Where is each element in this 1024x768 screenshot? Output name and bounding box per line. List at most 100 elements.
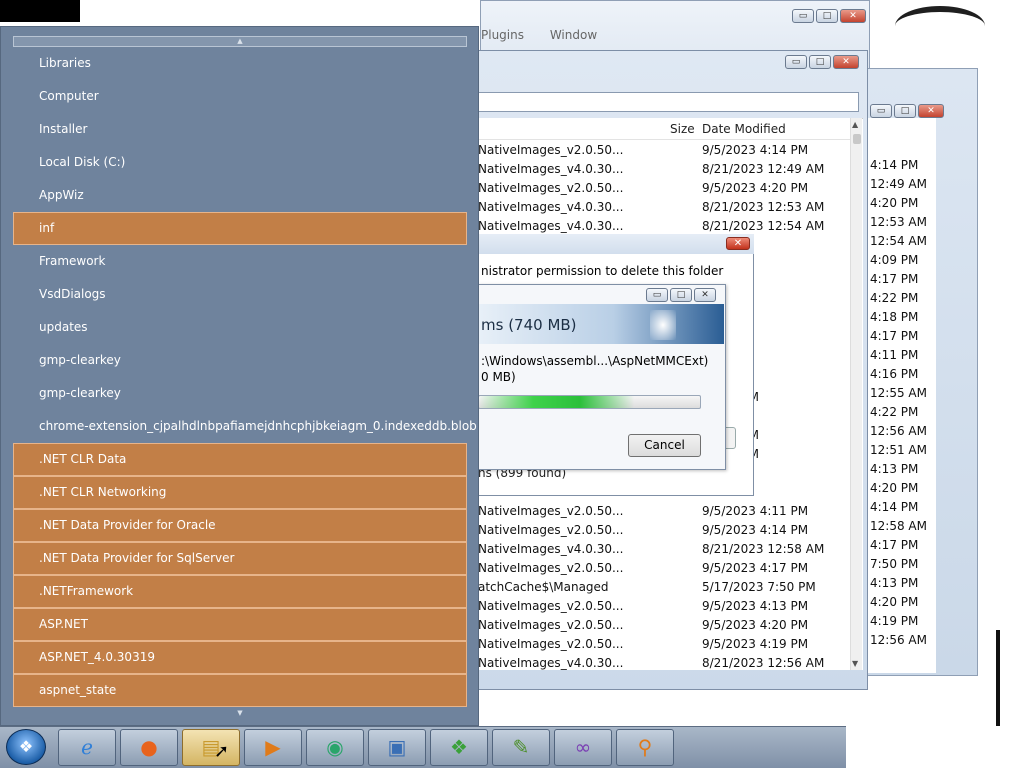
file-name: atchCache$\Managed (478, 580, 609, 594)
nav-item[interactable]: updates (13, 311, 467, 344)
nav-item[interactable]: Framework (13, 245, 467, 278)
remaining-size: 0 MB) (481, 370, 516, 384)
maximize-button[interactable]: □ (809, 55, 831, 69)
file-name: NativeImages_v4.0.30... (478, 200, 624, 214)
file-name: NativeImages_v2.0.50... (478, 143, 624, 157)
nav-item[interactable]: .NETFramework (13, 575, 467, 608)
background-explorer-caption-buttons: ▭ □ ✕ (870, 104, 944, 118)
nav-scroll-down-arrow-icon[interactable]: ▼ (13, 709, 467, 720)
notepad-plus-plus-icon: ✎ (512, 735, 530, 759)
nav-item[interactable]: inf (13, 212, 467, 245)
taskbar-button[interactable]: ▣ (368, 729, 426, 766)
file-row[interactable]: NativeImages_v2.0.50... 9/5/2023 4:19 PM (478, 635, 858, 654)
file-date: 9/5/2023 4:20 PM (702, 181, 809, 195)
taskbar-button[interactable]: ✎ (492, 729, 550, 766)
file-name: NativeImages_v4.0.30... (478, 656, 624, 670)
nav-item[interactable]: .NET Data Provider for SqlServer (13, 542, 467, 575)
column-size[interactable]: Size (670, 122, 695, 136)
file-row[interactable]: NativeImages_v2.0.50... 9/5/2023 4:20 PM (478, 179, 858, 198)
file-date: 8/21/2023 12:58 AM (702, 542, 825, 556)
minimize-button[interactable]: ▭ (646, 288, 668, 302)
nav-item[interactable]: gmp-clearkey (13, 344, 467, 377)
file-row[interactable]: NativeImages_v2.0.50... 9/5/2023 4:17 PM (478, 559, 858, 578)
background-file-date: 4:17 PM (870, 272, 919, 286)
background-file-date: 12:55 AM (870, 386, 927, 400)
nav-item[interactable]: aspnet_state (13, 674, 467, 707)
file-date: 8/21/2023 12:49 AM (702, 162, 825, 176)
close-button[interactable]: ✕ (833, 55, 859, 69)
minimize-button[interactable]: ▭ (792, 9, 814, 23)
background-file-date: 4:13 PM (870, 462, 919, 476)
taskbar-button[interactable]: ▤ (182, 729, 240, 766)
nav-item[interactable]: Libraries (13, 47, 467, 80)
progress-bar-fill (479, 396, 634, 408)
nav-scroll-up-arrow-icon[interactable]: ▲ (13, 36, 467, 47)
file-name: NativeImages_v2.0.50... (478, 561, 624, 575)
file-row[interactable]: NativeImages_v2.0.50... 9/5/2023 4:20 PM (478, 616, 858, 635)
background-file-date: 12:58 AM (870, 519, 927, 533)
nav-item[interactable]: Installer (13, 113, 467, 146)
taskbar-button[interactable]: ❖ (430, 729, 488, 766)
file-name: NativeImages_v2.0.50... (478, 504, 624, 518)
file-row[interactable]: atchCache$\Managed 5/17/2023 7:50 PM (478, 578, 858, 597)
close-button[interactable]: ✕ (918, 104, 944, 118)
file-name: NativeImages_v2.0.50... (478, 599, 624, 613)
file-date: 9/5/2023 4:14 PM (702, 523, 809, 537)
background-file-date: 7:50 PM (870, 557, 919, 571)
maximize-button[interactable]: □ (894, 104, 916, 118)
nav-item[interactable]: VsdDialogs (13, 278, 467, 311)
minimize-button[interactable]: ▭ (870, 104, 892, 118)
nav-item[interactable]: .NET CLR Networking (13, 476, 467, 509)
nav-item[interactable]: ASP.NET_4.0.30319 (13, 641, 467, 674)
cancel-button[interactable]: Cancel (628, 434, 701, 457)
menu-bar-fragment: Plugins Window (481, 28, 619, 42)
taskbar-button[interactable]: ⚲ (616, 729, 674, 766)
scroll-up-arrow-icon[interactable]: ▲ (852, 120, 858, 129)
file-row[interactable]: NativeImages_v2.0.50... 9/5/2023 4:14 PM (478, 521, 858, 540)
file-name: NativeImages_v2.0.50... (478, 523, 624, 537)
taskbar-button[interactable]: ◉ (306, 729, 364, 766)
nav-item[interactable]: ASP.NET (13, 608, 467, 641)
background-file-date: 4:14 PM (870, 158, 919, 172)
taskbar-button[interactable]: ℯ (58, 729, 116, 766)
address-bar[interactable] (478, 92, 859, 112)
maximize-button[interactable]: □ (816, 9, 838, 23)
file-name: NativeImages_v2.0.50... (478, 181, 624, 195)
nav-item[interactable]: Computer (13, 80, 467, 113)
nav-item[interactable]: Local Disk (C:) (13, 146, 467, 179)
menu-plugins[interactable]: Plugins (481, 28, 524, 42)
file-row[interactable]: NativeImages_v4.0.30... 8/21/2023 12:56 A… (478, 654, 858, 673)
file-row[interactable]: NativeImages_v4.0.30... 8/21/2023 12:49 A… (478, 160, 858, 179)
menu-window[interactable]: Window (550, 28, 597, 42)
file-row[interactable]: NativeImages_v2.0.50... 9/5/2023 4:11 PM (478, 502, 858, 521)
column-date-modified[interactable]: Date Modified (702, 122, 786, 136)
file-row[interactable]: NativeImages_v4.0.30... 8/21/2023 12:53 A… (478, 198, 858, 217)
file-name: NativeImages_v2.0.50... (478, 618, 624, 632)
media-player-icon: ▶ (265, 735, 281, 759)
background-file-date: 4:20 PM (870, 481, 919, 495)
close-button[interactable]: ✕ (694, 288, 716, 302)
background-file-date: 4:11 PM (870, 348, 919, 362)
taskbar-button[interactable]: ∞ (554, 729, 612, 766)
background-file-date: 12:54 AM (870, 234, 927, 248)
background-file-date: 4:18 PM (870, 310, 919, 324)
minimize-button[interactable]: ▭ (785, 55, 807, 69)
nav-item[interactable]: .NET Data Provider for Oracle (13, 509, 467, 542)
nav-item[interactable]: gmp-clearkey (13, 377, 467, 410)
taskbar-button[interactable]: ● (120, 729, 178, 766)
file-row[interactable]: NativeImages_v2.0.50... 9/5/2023 4:14 PM (478, 141, 858, 160)
taskbar-button[interactable]: ▶ (244, 729, 302, 766)
nav-item[interactable]: AppWiz (13, 179, 467, 212)
file-row[interactable]: NativeImages_v2.0.50... 9/5/2023 4:13 PM (478, 597, 858, 616)
maximize-button[interactable]: □ (670, 288, 692, 302)
background-file-date: 12:56 AM (870, 633, 927, 647)
close-button[interactable]: ✕ (840, 9, 866, 23)
nav-item[interactable]: chrome-extension_cjpalhdlnbpafiamejdnhcp… (13, 410, 477, 443)
background-file-date: 4:09 PM (870, 253, 919, 267)
delete-confirm-close-button[interactable]: ✕ (726, 237, 750, 250)
dark-bar-fragment (996, 630, 1000, 730)
background-file-date: 4:19 PM (870, 614, 919, 628)
file-row[interactable]: NativeImages_v4.0.30... 8/21/2023 12:58 A… (478, 540, 858, 559)
start-button[interactable]: ❖ (6, 729, 46, 765)
nav-item[interactable]: .NET CLR Data (13, 443, 467, 476)
